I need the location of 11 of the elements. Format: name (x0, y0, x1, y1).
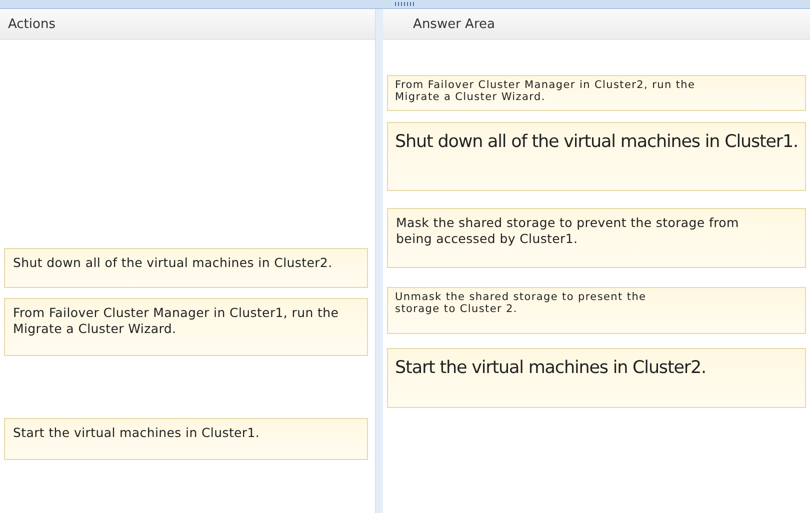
answer-card[interactable]: Shut down all of the virtual machines in Cluster2. (4, 248, 368, 288)
panel-title: Answer Area (383, 9, 810, 40)
answer-card[interactable]: From Failover Cluster Manager in Cluster1, run the Migrate a Cluster Wizard. (4, 298, 368, 356)
answer-card[interactable]: Unmask the shared storage to present the storage to Cluster 2. (387, 287, 806, 334)
answer-card[interactable]: Start the virtual machines in Cluster1. (4, 418, 368, 460)
answer-card[interactable]: Mask the shared storage to prevent the storage from being accessed by Cluster1. (387, 208, 806, 268)
answer-card[interactable]: Shut down all of the virtual machines in Cluster1. (387, 122, 806, 191)
answer-card[interactable]: From Failover Cluster Manager in Cluster2, run the Migrate a Cluster Wizard. (387, 75, 806, 111)
answer-card[interactable]: Start the virtual machines in Cluster2. (387, 348, 806, 408)
panel-title: Actions (0, 9, 376, 40)
splitter-grip-icon[interactable] (395, 2, 415, 6)
